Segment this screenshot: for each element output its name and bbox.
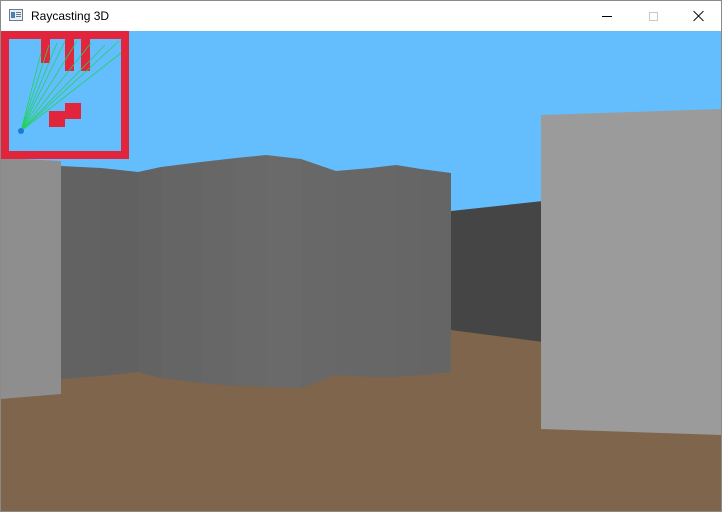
minimap-wall [81, 39, 90, 71]
wall-strip [101, 168, 138, 376]
window-title: Raycasting 3D [31, 9, 110, 23]
player-marker [18, 128, 24, 134]
wall-segment-near-right [541, 109, 721, 435]
close-button[interactable] [676, 1, 721, 31]
wall-strip [396, 165, 421, 377]
minimize-button[interactable] [584, 1, 630, 31]
close-icon [693, 10, 705, 22]
minimap [1, 31, 129, 159]
wall-strip [138, 167, 161, 378]
wall-strip [371, 165, 396, 377]
maximize-icon [648, 11, 658, 21]
wall-strip [336, 168, 371, 377]
title-bar[interactable]: Raycasting 3D [1, 1, 721, 31]
wall-strip [236, 155, 266, 387]
wall-segment-left-edge [1, 158, 61, 399]
minimap-wall [41, 39, 50, 63]
wall-strip [61, 166, 101, 379]
wall-strip [161, 162, 201, 383]
minimap-wall [65, 103, 81, 119]
app-window: Raycasting 3D [0, 0, 722, 512]
game-viewport[interactable] [1, 31, 721, 511]
minimap-wall [49, 111, 65, 127]
raycast-scene [1, 31, 721, 511]
wall-segment-far [451, 201, 543, 342]
wall-strip [301, 159, 336, 388]
minimize-icon [602, 15, 612, 17]
maximize-button [630, 1, 676, 31]
wall-strip [421, 169, 451, 375]
app-window-icon [9, 9, 23, 21]
wall-strip [201, 158, 236, 386]
wall-strip [266, 155, 301, 388]
wall-block-center [61, 155, 451, 388]
